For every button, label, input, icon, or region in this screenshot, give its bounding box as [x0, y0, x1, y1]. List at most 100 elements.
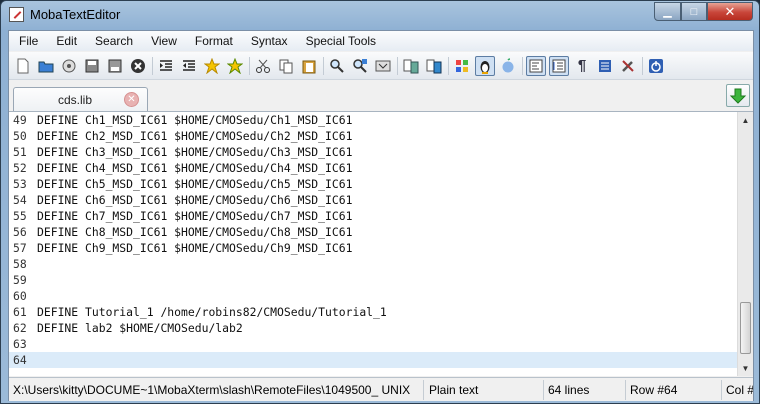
editor-lines[interactable]: 49 DEFINE Ch1_MSD_IC61 $HOME/CMOSedu/Ch1_… [9, 112, 737, 376]
compare-icon[interactable] [401, 56, 421, 76]
editor-window: MobaTextEditor ▁ □ ✕ File Edit Search Vi… [0, 0, 760, 404]
menu-syntax[interactable]: Syntax [242, 34, 297, 48]
title-bar[interactable]: MobaTextEditor ▁ □ ✕ [1, 1, 759, 29]
app-icon[interactable] [9, 7, 24, 22]
cut-icon[interactable] [253, 56, 273, 76]
line-text[interactable]: DEFINE Ch3_MSD_IC61 $HOME/CMOSedu/Ch3_MS… [37, 144, 352, 160]
find-replace-icon[interactable] [350, 56, 370, 76]
mac-format-icon[interactable] [498, 56, 518, 76]
toolbar-separator [152, 56, 153, 75]
line-numbers-icon[interactable] [549, 55, 569, 76]
tab-label: cds.lib [58, 93, 93, 107]
editor-line[interactable]: 49 DEFINE Ch1_MSD_IC61 $HOME/CMOSedu/Ch1_… [9, 112, 737, 128]
menu-file[interactable]: File [9, 34, 47, 48]
find-icon[interactable] [327, 56, 347, 76]
maximize-button[interactable]: □ [681, 2, 707, 21]
line-text[interactable]: DEFINE Tutorial_1 /home/robins82/CMOSedu… [37, 304, 387, 320]
vertical-scrollbar[interactable]: ▲ ▼ [737, 112, 753, 376]
status-file-path: X:\Users\kitty\DOCUME~1\MobaXterm\slash\… [9, 379, 424, 400]
toolbar-separator [448, 56, 449, 75]
menu-edit[interactable]: Edit [47, 34, 86, 48]
editor-line[interactable]: 54 DEFINE Ch6_MSD_IC61 $HOME/CMOSedu/Ch6_… [9, 192, 737, 208]
editor-line[interactable]: 50 DEFINE Ch2_MSD_IC61 $HOME/CMOSedu/Ch2_… [9, 128, 737, 144]
scroll-up-icon[interactable]: ▲ [738, 112, 753, 128]
scroll-down-icon[interactable]: ▼ [738, 360, 753, 376]
client-area: File Edit Search View Format Syntax Spec… [8, 30, 754, 401]
line-text[interactable]: DEFINE Ch4_MSD_IC61 $HOME/CMOSedu/Ch4_MS… [37, 160, 352, 176]
save-as-icon[interactable] [105, 56, 125, 76]
open-folder-icon[interactable] [36, 56, 56, 76]
new-file-icon[interactable] [13, 56, 33, 76]
menu-special-tools[interactable]: Special Tools [297, 34, 386, 48]
editor-line[interactable]: 58 [9, 256, 737, 272]
line-text[interactable]: DEFINE Ch7_MSD_IC61 $HOME/CMOSedu/Ch7_MS… [37, 208, 352, 224]
editor-line[interactable]: 62 DEFINE lab2 $HOME/CMOSedu/lab2 [9, 320, 737, 336]
paste-icon[interactable] [299, 56, 319, 76]
editor-line-current[interactable]: 64 [9, 352, 737, 368]
line-number: 54 [13, 193, 27, 207]
find-next-icon[interactable] [373, 56, 393, 76]
toolbar-separator [249, 56, 250, 75]
line-number: 52 [13, 161, 27, 175]
tab-cds-lib[interactable]: cds.lib ✕ [13, 87, 148, 111]
close-file-icon[interactable] [128, 56, 148, 76]
line-number: 60 [13, 289, 27, 303]
line-text[interactable]: DEFINE lab2 $HOME/CMOSedu/lab2 [37, 320, 243, 336]
editor-line[interactable]: 57 DEFINE Ch9_MSD_IC61 $HOME/CMOSedu/Ch9_… [9, 240, 737, 256]
status-file-type: Plain text [424, 379, 544, 400]
toolbar-separator [642, 56, 643, 75]
word-wrap-icon[interactable] [526, 55, 546, 76]
toolbar-separator [397, 56, 398, 75]
power-icon[interactable] [646, 56, 666, 76]
line-text[interactable]: DEFINE Ch5_MSD_IC61 $HOME/CMOSedu/Ch5_MS… [37, 176, 352, 192]
line-number: 49 [13, 113, 27, 127]
line-number: 57 [13, 241, 27, 255]
toolbar-separator [323, 56, 324, 75]
indent-icon[interactable] [156, 56, 176, 76]
editor-line[interactable]: 55 DEFINE Ch7_MSD_IC61 $HOME/CMOSedu/Ch7_… [9, 208, 737, 224]
line-text[interactable]: DEFINE Ch2_MSD_IC61 $HOME/CMOSedu/Ch2_MS… [37, 128, 352, 144]
sync-icon[interactable] [424, 56, 444, 76]
save-icon[interactable] [82, 56, 102, 76]
tab-close-icon[interactable]: ✕ [124, 92, 139, 107]
windows-format-icon[interactable] [452, 56, 472, 76]
line-number: 53 [13, 177, 27, 191]
line-number: 61 [13, 305, 27, 319]
tools-icon[interactable] [618, 56, 638, 76]
editor-line[interactable]: 52 DEFINE Ch4_MSD_IC61 $HOME/CMOSedu/Ch4_… [9, 160, 737, 176]
linux-format-icon[interactable] [475, 55, 495, 76]
bookmark-next-icon[interactable] [225, 56, 245, 76]
download-arrow-icon [729, 88, 747, 104]
editor-line[interactable]: 60 [9, 288, 737, 304]
text-editor[interactable]: 49 DEFINE Ch1_MSD_IC61 $HOME/CMOSedu/Ch1_… [9, 111, 753, 376]
menu-view[interactable]: View [142, 34, 186, 48]
editor-line[interactable]: 53 DEFINE Ch5_MSD_IC61 $HOME/CMOSedu/Ch5_… [9, 176, 737, 192]
toolbar: ¶ [9, 52, 753, 80]
menu-search[interactable]: Search [86, 34, 142, 48]
editor-line[interactable]: 59 [9, 272, 737, 288]
bookmark-star-icon[interactable] [202, 56, 222, 76]
close-button[interactable]: ✕ [707, 2, 753, 21]
line-number: 50 [13, 129, 27, 143]
editor-line[interactable]: 51 DEFINE Ch3_MSD_IC61 $HOME/CMOSedu/Ch3_… [9, 144, 737, 160]
reload-icon[interactable] [59, 56, 79, 76]
line-text[interactable]: DEFINE Ch8_MSD_IC61 $HOME/CMOSedu/Ch8_MS… [37, 224, 352, 240]
menu-format[interactable]: Format [186, 34, 242, 48]
show-whitespace-icon[interactable]: ¶ [572, 56, 592, 76]
copy-icon[interactable] [276, 56, 296, 76]
minimize-button[interactable]: ▁ [654, 2, 681, 21]
scrollbar-thumb[interactable] [740, 302, 751, 354]
line-text[interactable]: DEFINE Ch9_MSD_IC61 $HOME/CMOSedu/Ch9_MS… [37, 240, 352, 256]
status-col: Col # [726, 382, 753, 397]
unindent-icon[interactable] [179, 56, 199, 76]
editor-line[interactable]: 56 DEFINE Ch8_MSD_IC61 $HOME/CMOSedu/Ch8_… [9, 224, 737, 240]
download-button[interactable] [726, 84, 750, 107]
status-bar: X:\Users\kitty\DOCUME~1\MobaXterm\slash\… [9, 377, 753, 401]
line-number: 59 [13, 273, 27, 287]
status-eol: UNIX [381, 382, 411, 397]
line-text[interactable]: DEFINE Ch1_MSD_IC61 $HOME/CMOSedu/Ch1_MS… [37, 112, 352, 128]
line-text[interactable]: DEFINE Ch6_MSD_IC61 $HOME/CMOSedu/Ch6_MS… [37, 192, 352, 208]
editor-line[interactable]: 61 DEFINE Tutorial_1 /home/robins82/CMOSe… [9, 304, 737, 320]
document-list-icon[interactable] [595, 56, 615, 76]
editor-line[interactable]: 63 [9, 336, 737, 352]
